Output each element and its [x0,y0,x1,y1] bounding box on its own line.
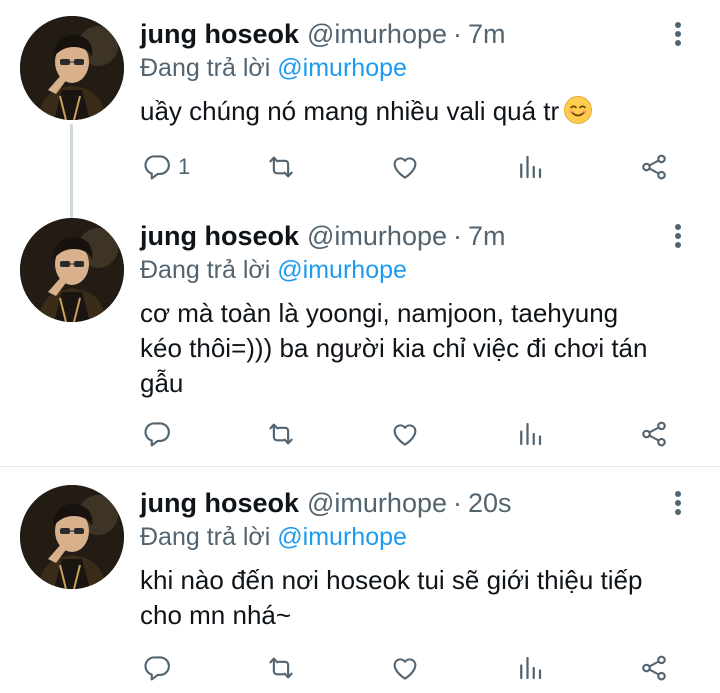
avatar[interactable] [20,218,124,322]
reply-icon [142,152,172,182]
retweet-icon [266,152,296,182]
share-button[interactable] [639,417,669,451]
avatar[interactable] [20,485,124,589]
tweet[interactable]: jung hoseok @imurhope · 7m Đang trả lời … [0,200,720,466]
tweet[interactable]: jung hoseok @imurhope · 20s Đang trả lời… [0,467,720,693]
replying-prefix: Đang trả lời [140,523,271,551]
analytics-icon [515,653,545,683]
separator: · [453,18,462,49]
views-button[interactable] [515,651,545,685]
timestamp[interactable]: 20s [468,488,512,519]
retweet-icon [266,653,296,683]
tweet-text-line: khi nào đến nơi hoseok tui sẽ giới thiệu… [140,565,643,595]
retweet-button[interactable] [266,417,296,451]
tweet-text: uầy chúng nó mang nhiều vali quá tr [140,94,700,129]
separator: · [453,220,462,251]
mention-link[interactable]: @imurhope [277,256,407,284]
timestamp[interactable]: 7m [468,19,506,50]
avatar[interactable] [20,16,124,120]
like-button[interactable] [390,651,420,685]
action-bar [0,417,720,451]
tweet-text: khi nào đến nơi hoseok tui sẽ giới thiệu… [140,563,700,633]
views-button[interactable] [515,417,545,451]
reply-icon [142,653,172,683]
more-vertical-icon[interactable] [668,221,688,251]
like-button[interactable] [390,417,420,451]
reply-button[interactable] [142,651,172,685]
more-vertical-icon[interactable] [668,19,688,49]
analytics-icon [515,152,545,182]
smiling-face-emoji [563,95,593,125]
display-name[interactable]: jung hoseok [140,221,299,252]
views-button[interactable] [515,150,545,184]
analytics-icon [515,419,545,449]
reply-button[interactable] [142,417,172,451]
heart-icon [390,653,420,683]
reply-count: 1 [178,154,191,179]
display-name[interactable]: jung hoseok [140,488,299,519]
user-handle[interactable]: @imurhope [307,488,447,519]
user-handle[interactable]: @imurhope [307,19,447,50]
timestamp[interactable]: 7m [468,221,506,252]
tweet-text-line: gẫu [140,368,184,398]
retweet-button[interactable] [266,150,296,184]
reply-icon [142,419,172,449]
mention-link[interactable]: @imurhope [277,523,407,551]
heart-icon [390,152,420,182]
share-button[interactable] [639,651,669,685]
reply-button[interactable]: 1 [142,150,190,184]
replying-prefix: Đang trả lời [140,54,271,82]
share-button[interactable] [639,150,669,184]
tweet[interactable]: jung hoseok @imurhope · 7m Đang trả lời … [0,0,720,200]
tweet-text-line: cơ mà toàn là yoongi, namjoon, taehyung [140,298,619,328]
share-icon [639,419,669,449]
tweet-header: jung hoseok @imurhope · 7m [140,17,506,51]
replying-prefix: Đang trả lời [140,256,271,284]
separator: · [453,487,462,518]
heart-icon [390,419,420,449]
like-button[interactable] [390,150,420,184]
action-bar [0,651,720,685]
tweet-text-line: cho mn nhá~ [140,600,292,630]
replying-to: Đang trả lời @imurhope [140,523,407,552]
tweet-text: cơ mà toàn là yoongi, namjoon, taehyung … [140,296,700,401]
replying-to: Đang trả lời @imurhope [140,256,407,285]
tweet-text-line: kéo thôi=))) ba người kia chỉ việc đi ch… [140,333,648,363]
retweet-icon [266,419,296,449]
mention-link[interactable]: @imurhope [277,54,407,82]
share-icon [639,653,669,683]
display-name[interactable]: jung hoseok [140,19,299,50]
tweet-text-line: uầy chúng nó mang nhiều vali quá tr [140,96,560,126]
more-vertical-icon[interactable] [668,488,688,518]
share-icon [639,152,669,182]
action-bar: 1 [0,150,720,184]
user-handle[interactable]: @imurhope [307,221,447,252]
tweet-header: jung hoseok @imurhope · 20s [140,486,512,520]
retweet-button[interactable] [266,651,296,685]
tweet-header: jung hoseok @imurhope · 7m [140,219,506,253]
replying-to: Đang trả lời @imurhope [140,54,407,83]
